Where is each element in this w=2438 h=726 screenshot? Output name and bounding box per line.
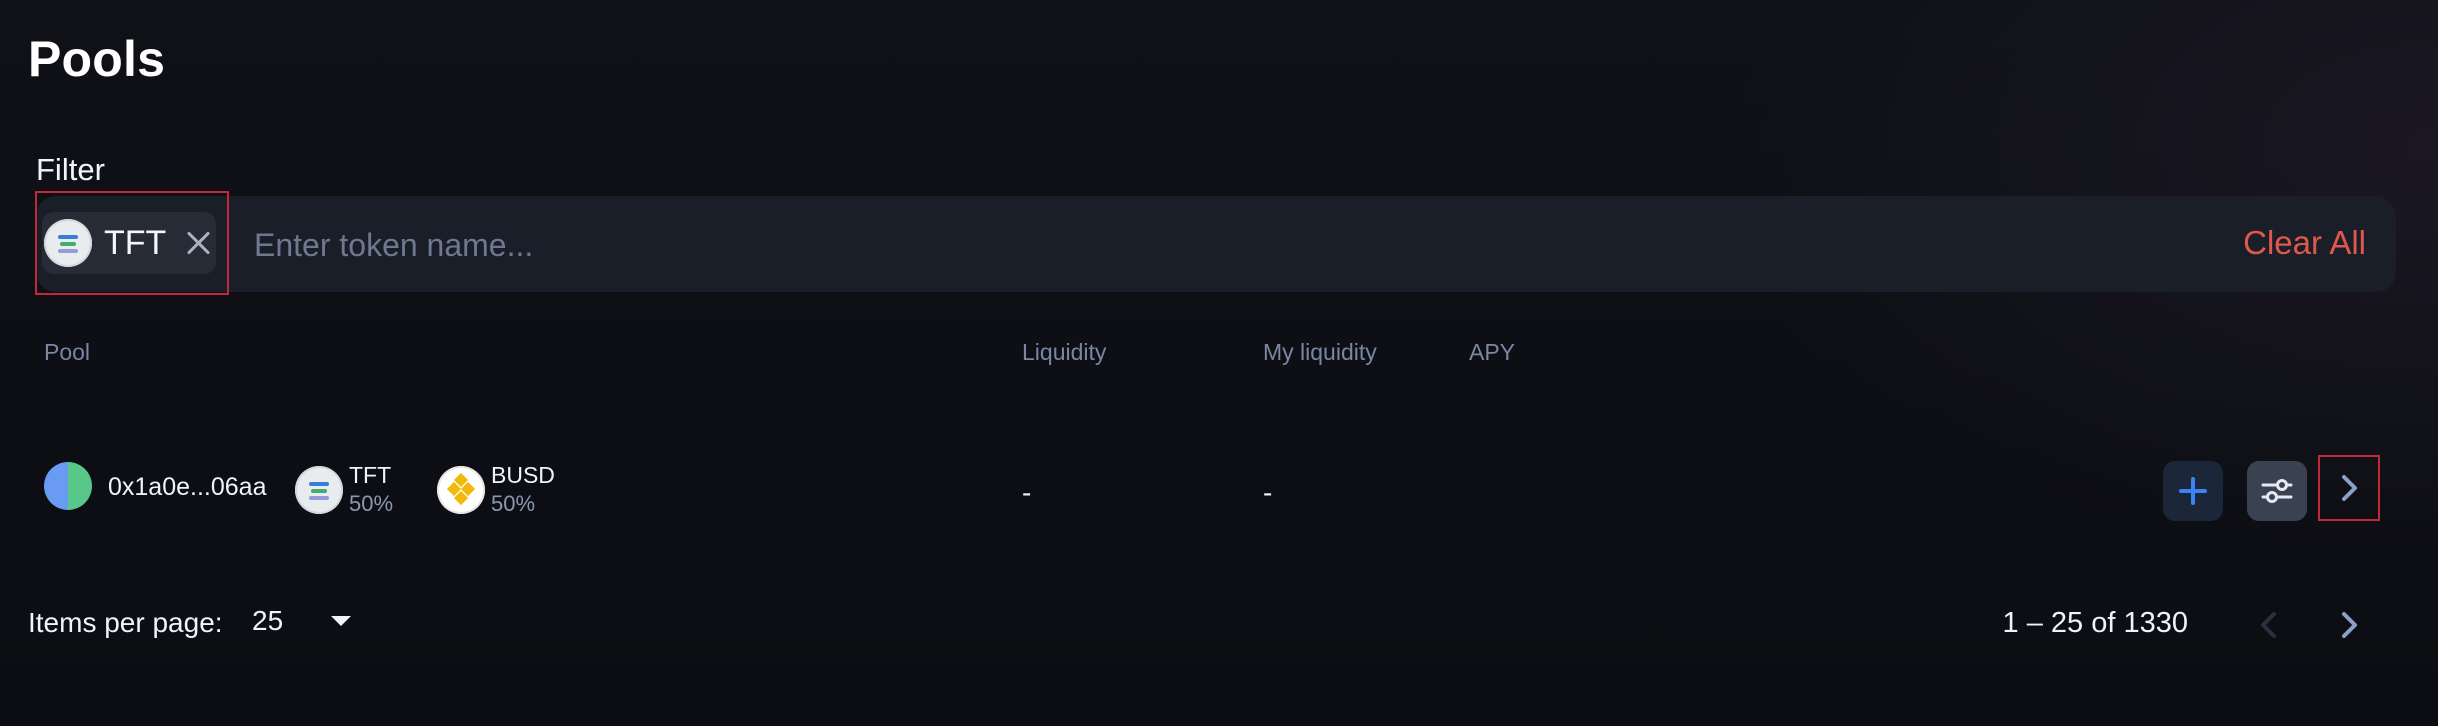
pool-token-busd: BUSD 50% — [437, 461, 555, 519]
tft-token-icon — [295, 466, 343, 514]
caret-down-icon — [331, 616, 352, 626]
filter-label: Filter — [36, 152, 105, 187]
table-row[interactable]: 0x1a0e...06aa TFT 50% BUSD 50% - - — [0, 455, 2438, 535]
previous-page-button[interactable] — [2246, 602, 2292, 648]
plus-icon — [2179, 477, 2207, 505]
my-liquidity-value: - — [1263, 477, 1273, 508]
token-symbol: BUSD — [491, 462, 555, 488]
token-search-input[interactable] — [252, 214, 2156, 276]
open-pool-button[interactable] — [2320, 457, 2378, 519]
pool-token-tft: TFT 50% — [295, 461, 393, 519]
clear-all-button[interactable]: Clear All — [2243, 224, 2366, 262]
pools-page: Pools Filter TFT Clear All Pool Liquidit… — [0, 0, 2438, 726]
column-header-apy[interactable]: APY — [1469, 339, 1515, 366]
token-weight: 50% — [349, 491, 394, 516]
add-liquidity-button[interactable] — [2163, 461, 2223, 521]
pool-icon — [44, 462, 92, 510]
token-symbol: TFT — [349, 462, 392, 488]
chevron-right-icon — [2342, 612, 2357, 638]
tft-token-icon — [44, 219, 92, 267]
filter-chip-label: TFT — [104, 223, 167, 262]
page-title: Pools — [28, 31, 166, 87]
column-header-my-liquidity[interactable]: My liquidity — [1263, 339, 1377, 366]
column-header-liquidity[interactable]: Liquidity — [1022, 339, 1106, 366]
column-header-pool[interactable]: Pool — [44, 339, 90, 366]
manage-liquidity-button[interactable] — [2247, 461, 2307, 521]
chevron-left-icon — [2261, 612, 2276, 638]
pagination-range: 1 – 25 of 1330 — [2002, 607, 2188, 639]
busd-token-icon — [437, 466, 485, 514]
next-page-button[interactable] — [2326, 602, 2372, 648]
chevron-right-icon — [2342, 475, 2357, 501]
items-per-page-value: 25 — [252, 605, 284, 636]
items-per-page-select[interactable]: 25 — [252, 605, 352, 637]
close-icon[interactable] — [184, 229, 212, 257]
filter-chip-tft[interactable]: TFT — [42, 212, 216, 274]
pool-address: 0x1a0e...06aa — [108, 473, 267, 501]
liquidity-value: - — [1022, 477, 1032, 508]
sliders-icon — [2261, 479, 2293, 503]
token-weight: 50% — [491, 491, 536, 516]
items-per-page-label: Items per page: — [28, 607, 223, 638]
